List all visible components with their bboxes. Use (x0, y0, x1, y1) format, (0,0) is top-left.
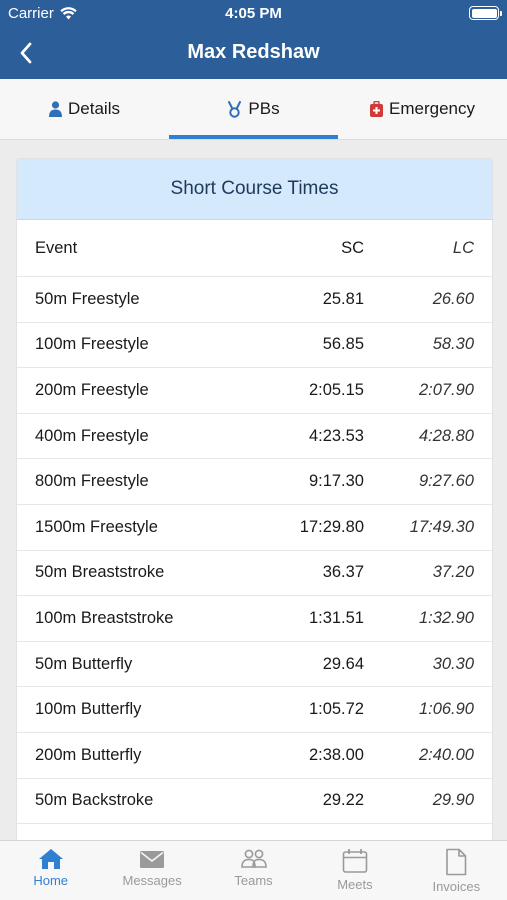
tabbar-label-invoices: Invoices (432, 879, 481, 894)
battery-icon (469, 6, 502, 20)
tabbar-item-messages[interactable]: Messages (101, 841, 202, 900)
navigation-bar: Max Redshaw (0, 28, 507, 79)
app-header: Carrier 4:05 PM Max Redshaw (0, 0, 507, 79)
tab-details-label: Details (68, 99, 120, 118)
cell-lc: 2:07.90 (418, 380, 474, 399)
home-icon (38, 849, 63, 869)
people-icon (240, 849, 267, 868)
tab-details[interactable]: Details (0, 79, 169, 139)
cell-lc: 30.30 (432, 654, 474, 673)
cell-lc: 29.90 (432, 791, 474, 810)
tabbar-item-teams[interactable]: Teams (203, 841, 304, 900)
cell-event: 100m Freestyle (35, 335, 149, 354)
cell-sc: 29.22 (322, 791, 364, 810)
bottom-tab-bar: Home Messages Teams Meets Invoices (0, 840, 507, 900)
tabbar-item-invoices[interactable]: Invoices (406, 841, 507, 900)
tab-emergency-label: Emergency (389, 99, 475, 118)
tabbar-label-home: Home (33, 873, 69, 888)
cell-sc: 56.85 (322, 335, 364, 354)
tab-pbs[interactable]: PBs (169, 79, 338, 139)
cell-event: 50m Backstroke (35, 791, 154, 810)
cell-event: 200m Freestyle (35, 380, 149, 399)
cell-event: 800m Freestyle (35, 472, 149, 491)
tabbar-item-home[interactable]: Home (0, 841, 101, 900)
cell-lc: 9:27.60 (418, 472, 474, 491)
cell-sc: 1:05.72 (308, 700, 364, 719)
table-row: 100m Butterfly 1:05.72 1:06.90 (17, 687, 492, 733)
medal-icon (228, 100, 242, 118)
page-title: Max Redshaw (187, 41, 320, 63)
table-row: 100m Breaststroke 1:31.51 1:32.90 (17, 596, 492, 642)
table-row: 50m Butterfly 29.64 30.30 (17, 642, 492, 688)
cell-sc: 4:23.53 (308, 426, 364, 445)
tab-pbs-label: PBs (248, 99, 280, 118)
card-title: Short Course Times (17, 159, 492, 220)
table-row: 200m Butterfly 2:38.00 2:40.00 (17, 733, 492, 779)
medical-kit-icon (370, 101, 383, 117)
calendar-icon (342, 849, 368, 873)
column-header-event: Event (35, 238, 78, 257)
table-row: 50m Freestyle 25.81 26.60 (17, 277, 492, 323)
cell-lc: 4:28.80 (418, 426, 474, 445)
cell-sc: 36.37 (322, 563, 364, 582)
person-icon (49, 101, 63, 117)
table-row: 800m Freestyle 9:17.30 9:27.60 (17, 459, 492, 505)
cell-event: 100m Breaststroke (35, 608, 174, 627)
cell-sc: 29.64 (322, 654, 364, 673)
tabbar-label-messages: Messages (122, 873, 182, 888)
cell-lc: 58.30 (432, 335, 474, 354)
status-bar: Carrier 4:05 PM (0, 0, 507, 28)
tabbar-label-meets: Meets (337, 877, 373, 892)
tab-emergency[interactable]: Emergency (338, 79, 507, 139)
cell-sc: 9:17.30 (308, 472, 364, 491)
table-row: 1500m Freestyle 17:29.80 17:49.30 (17, 505, 492, 551)
times-card: Short Course Times Event SC LC 50m Frees… (16, 158, 493, 858)
cell-lc: 37.20 (432, 563, 474, 582)
document-icon (446, 848, 467, 876)
cell-sc: 1:31.51 (308, 608, 364, 627)
cell-event: 100m Butterfly (35, 700, 142, 719)
table-row: 100m Freestyle 56.85 58.30 (17, 323, 492, 369)
profile-tabs: Details PBs Emergency (0, 79, 507, 140)
tabbar-item-meets[interactable]: Meets (304, 841, 405, 900)
table-row: 50m Backstroke 29.22 29.90 (17, 779, 492, 825)
cell-event: 200m Butterfly (35, 745, 142, 764)
cell-event: 1500m Freestyle (35, 517, 158, 536)
column-header-lc: LC (452, 238, 474, 257)
tabbar-label-teams: Teams (234, 873, 273, 888)
table-row: 50m Breaststroke 36.37 37.20 (17, 551, 492, 597)
cell-sc: 17:29.80 (299, 517, 364, 536)
cell-sc: 2:05.15 (308, 380, 364, 399)
column-header-sc: SC (341, 238, 364, 257)
cell-lc: 1:06.90 (418, 700, 474, 719)
cell-sc: 25.81 (322, 289, 364, 308)
table-row: 400m Freestyle 4:23.53 4:28.80 (17, 414, 492, 460)
table-row: 200m Freestyle 2:05.15 2:07.90 (17, 368, 492, 414)
cell-event: 50m Butterfly (35, 654, 133, 673)
status-time: 4:05 PM (225, 5, 282, 22)
table-header-row: Event SC LC (17, 220, 492, 277)
envelope-icon (140, 851, 165, 868)
cell-event: 50m Freestyle (35, 289, 140, 308)
cell-event: 50m Breaststroke (35, 563, 165, 582)
cell-event: 400m Freestyle (35, 426, 149, 445)
cell-lc: 17:49.30 (409, 517, 474, 536)
cell-lc: 26.60 (432, 289, 474, 308)
cell-lc: 1:32.90 (418, 608, 474, 627)
cell-lc: 2:40.00 (418, 745, 474, 764)
cell-sc: 2:38.00 (308, 745, 364, 764)
